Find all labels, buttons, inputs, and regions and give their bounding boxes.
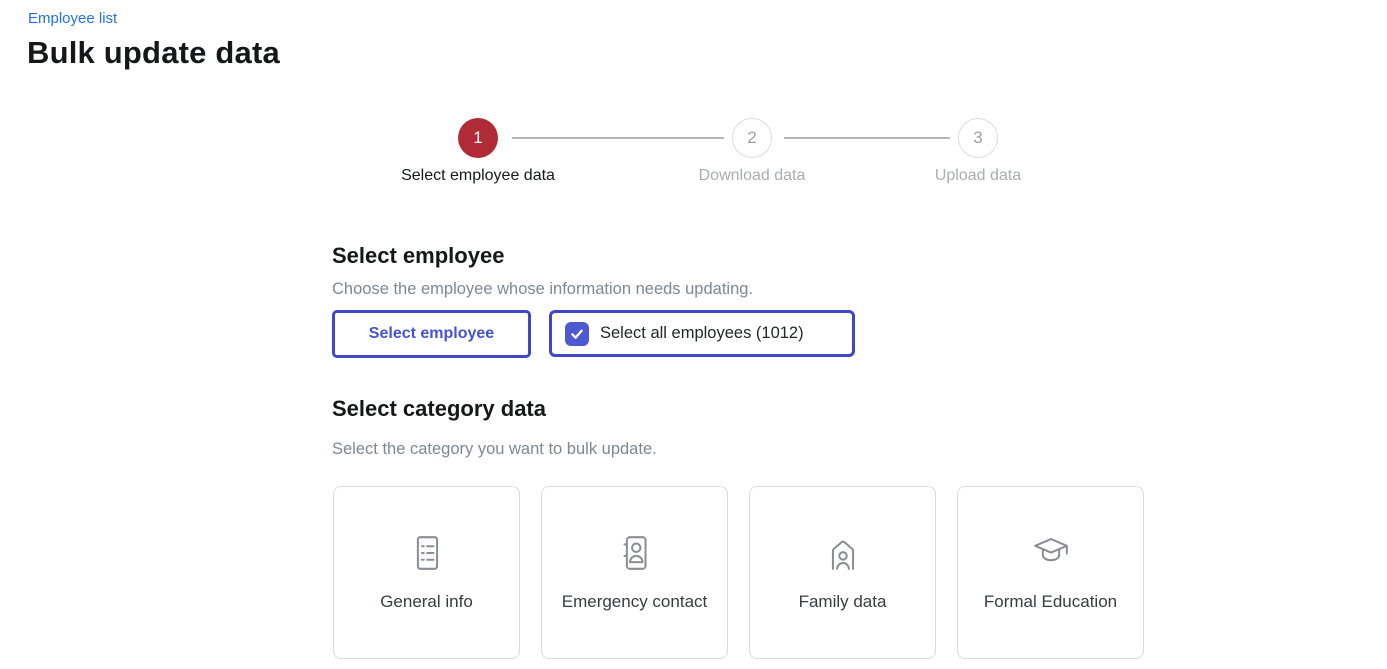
category-card-general-info[interactable]: General info [333, 486, 520, 659]
step-1-indicator: 1 [458, 118, 498, 158]
page-title: Bulk update data [27, 35, 280, 71]
contact-book-icon [612, 530, 658, 576]
category-cards-row: General info Emergency contact Family da… [333, 486, 1144, 659]
select-category-heading: Select category data [332, 396, 546, 422]
category-card-emergency-contact[interactable]: Emergency contact [541, 486, 728, 659]
step-3-label: Upload data [868, 167, 1088, 185]
step-1-label: Select employee data [368, 167, 588, 185]
select-category-description: Select the category you want to bulk upd… [332, 440, 657, 459]
card-label: Emergency contact [548, 589, 722, 615]
check-icon [569, 326, 585, 342]
step-2-label: Download data [642, 167, 862, 185]
select-all-label: Select all employees (1012) [600, 324, 804, 343]
select-all-checkbox[interactable] [565, 322, 589, 346]
breadcrumb-employee-list-link[interactable]: Employee list [28, 10, 117, 27]
graduation-cap-icon [1028, 530, 1074, 576]
card-label: General info [366, 589, 487, 615]
house-person-icon [820, 530, 866, 576]
step-2-indicator: 2 [732, 118, 772, 158]
category-card-formal-education[interactable]: Formal Education [957, 486, 1144, 659]
card-label: Formal Education [970, 589, 1131, 615]
card-label: Family data [785, 589, 901, 615]
list-document-icon [404, 530, 450, 576]
stepper-connector-line [784, 137, 950, 139]
stepper-connector-line [512, 137, 724, 139]
select-employee-description: Choose the employee whose information ne… [332, 280, 753, 299]
select-employee-button[interactable]: Select employee [332, 310, 531, 358]
select-all-employees-checkbox-group[interactable]: Select all employees (1012) [549, 310, 855, 357]
category-card-family-data[interactable]: Family data [749, 486, 936, 659]
select-employee-heading: Select employee [332, 243, 504, 269]
step-3-indicator: 3 [958, 118, 998, 158]
